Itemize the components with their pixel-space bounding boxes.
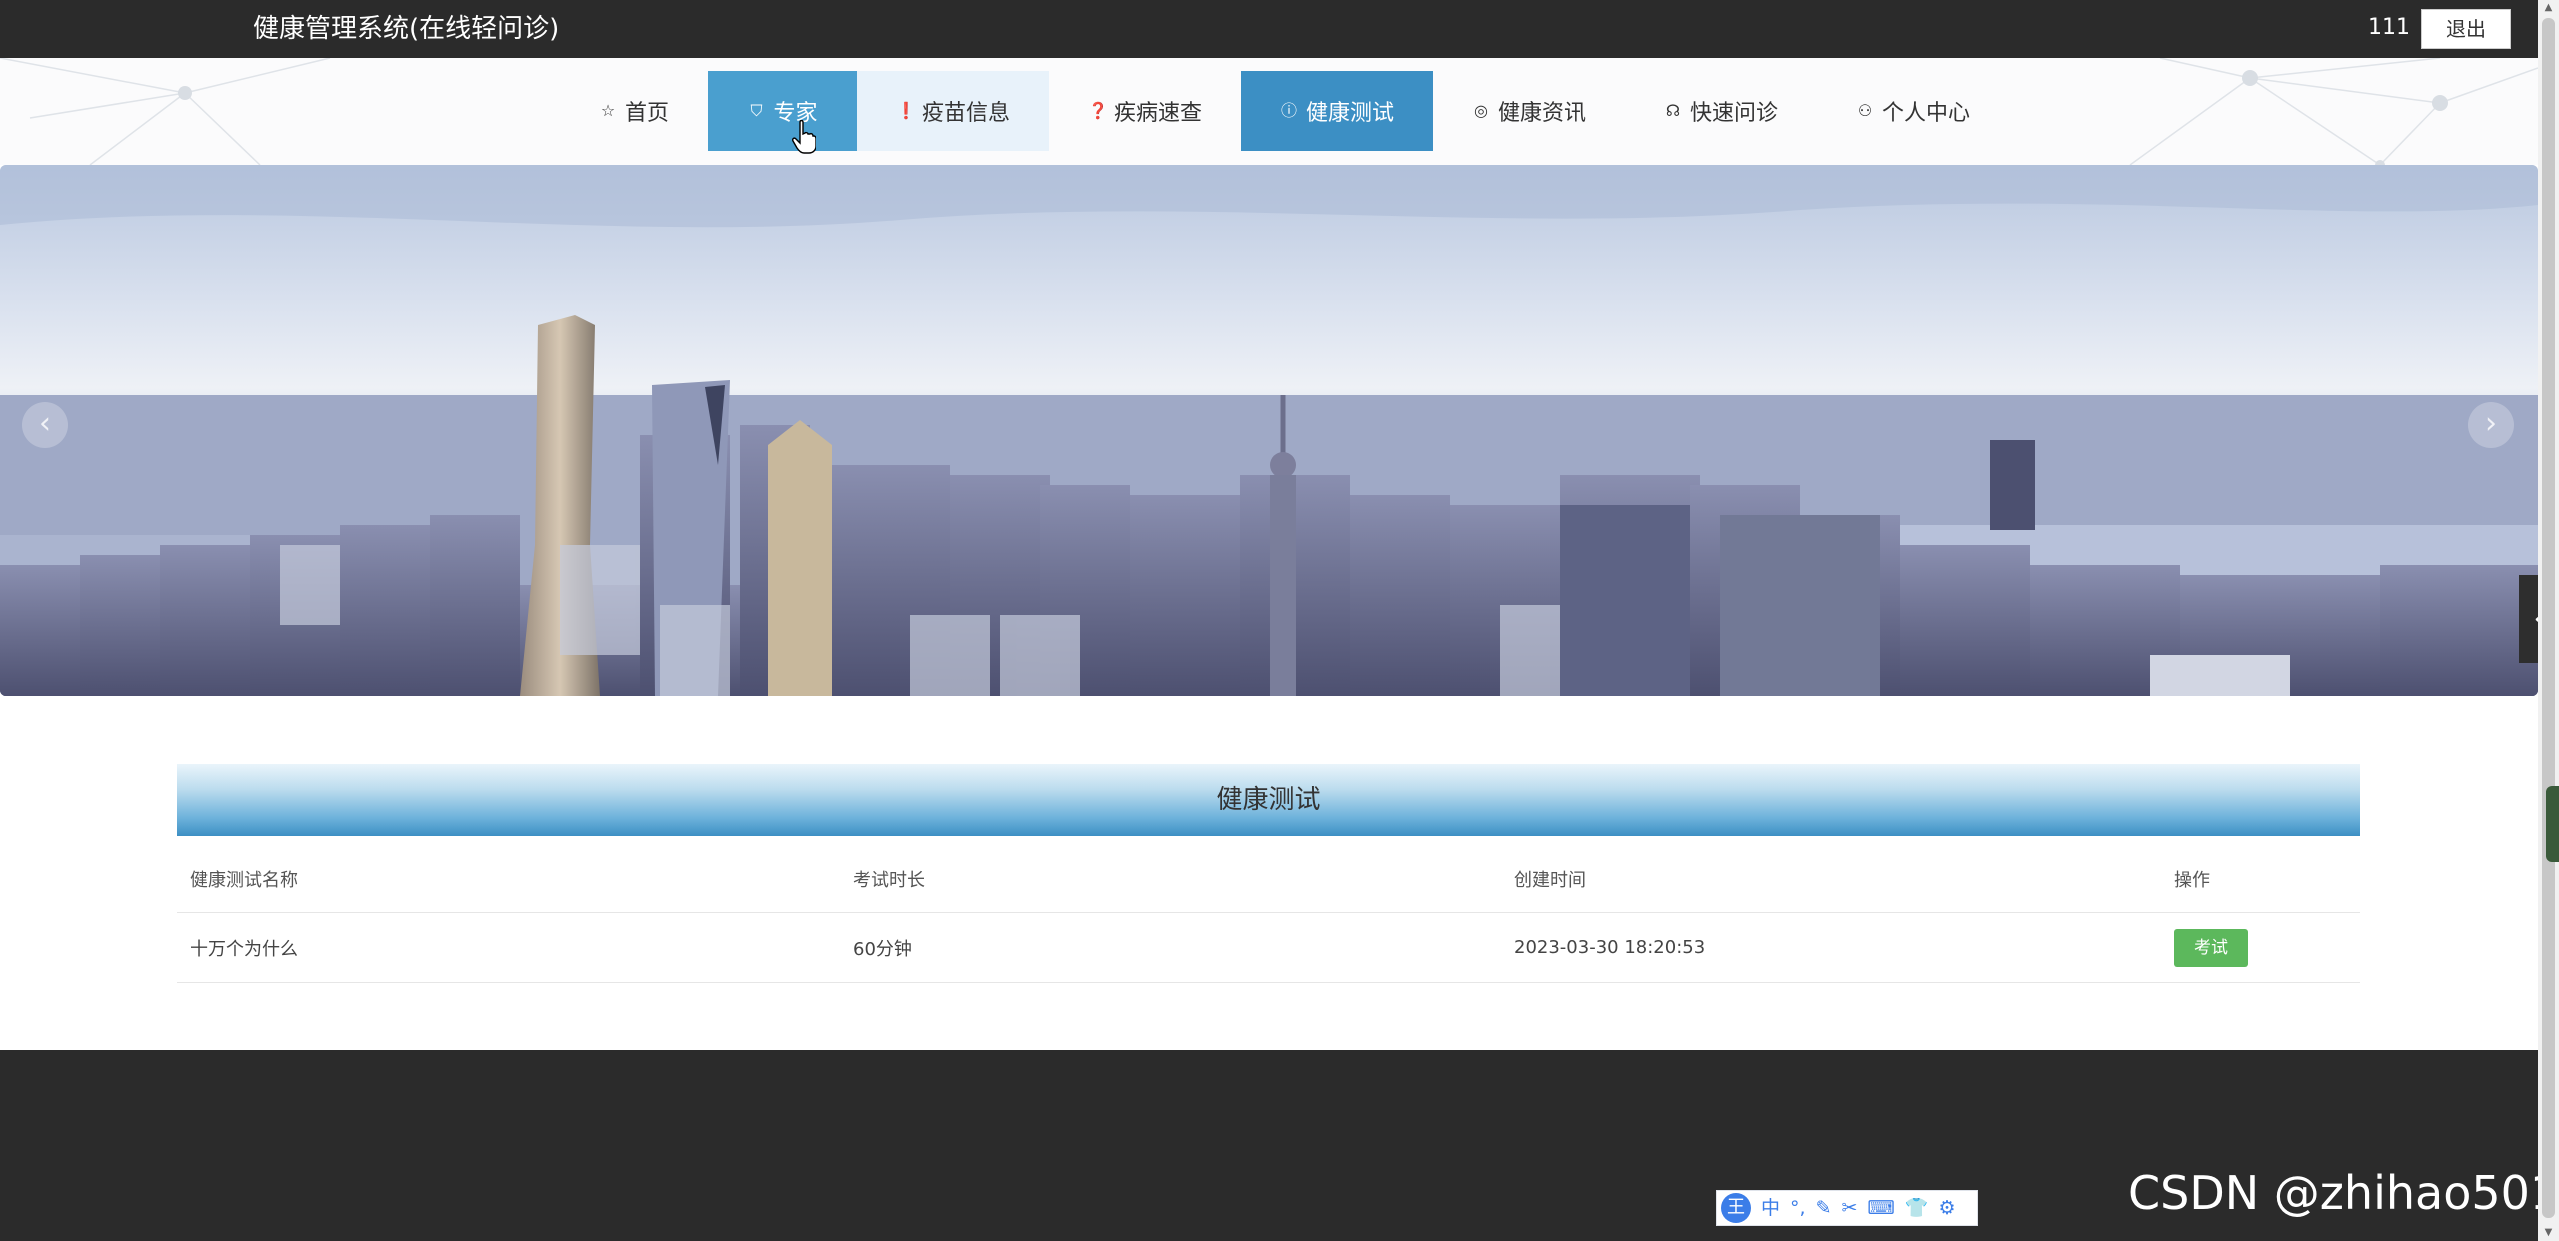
nav-item-experts[interactable]: ⛉ 专家 [708, 71, 857, 151]
top-bar: 健康管理系统(在线轻问诊) 111 退出 [0, 0, 2538, 58]
column-header: 操作 [2174, 870, 2210, 891]
nav-item-label: 快速问诊 [1689, 101, 1778, 126]
main-nav: ☆ 首页 ⛉ 专家 ❗ 疫苗信息 ❓ 疾病速查 ⓘ 健康测试 ◎ 健康资讯 ☊ … [560, 71, 2009, 151]
ime-mode-toggle[interactable]: 中 [1761, 1193, 1780, 1223]
nav-item-vaccine-info[interactable]: ❗ 疫苗信息 [857, 71, 1049, 151]
pen-icon[interactable]: ✎ [1816, 1193, 1832, 1223]
star-outline-icon: ☆ [600, 101, 616, 120]
nav-item-home[interactable]: ☆ 首页 [560, 71, 708, 151]
column-header: 考试时长 [853, 870, 925, 891]
logout-button[interactable]: 退出 [2421, 9, 2511, 49]
scrollbar[interactable]: ▲ ▼ [2538, 0, 2559, 1241]
nav-item-profile[interactable]: ⚇ 个人中心 [1817, 71, 2009, 151]
nav-item-health-test[interactable]: ⓘ 健康测试 [1241, 71, 1433, 151]
action-cell: 考试 [2174, 913, 2248, 982]
target-icon: ◎ [1474, 101, 1488, 120]
ime-toolbar: 王 中 °, ✎ ✂ ⌨ 👕 ⚙ [1716, 1190, 1978, 1226]
shirt-icon[interactable]: 👕 [1905, 1193, 1929, 1223]
scroll-down-arrow-icon[interactable]: ▼ [2538, 1225, 2559, 1241]
nav-item-label: 健康资讯 [1497, 101, 1586, 126]
ime-logo[interactable]: 王 [1721, 1193, 1751, 1223]
app-title: 健康管理系统(在线轻问诊) [253, 14, 560, 44]
nav-item-quick-consult[interactable]: ☊ 快速问诊 [1625, 71, 1817, 151]
table-row: 十万个为什么 60分钟 2023-03-30 18:20:53 考试 [177, 913, 2360, 983]
page: 健康管理系统(在线轻问诊) 111 退出 ☆ 首页 ⛉ 专家 ❗ 疫苗信息 ❓ … [0, 0, 2559, 1241]
exclamation-circle-icon: ❗ [895, 101, 916, 120]
nav-item-label: 首页 [624, 101, 669, 126]
nav-item-label: 疫苗信息 [921, 101, 1010, 126]
keyboard-icon[interactable]: ⌨ [1867, 1193, 1894, 1223]
health-test-table: 健康测试名称 考试时长 创建时间 操作 十万个为什么 60分钟 2023-03-… [177, 846, 2360, 983]
nav-item-health-news[interactable]: ◎ 健康资讯 [1433, 71, 1625, 151]
scroll-up-arrow-icon[interactable]: ▲ [2538, 0, 2559, 16]
headset-icon: ☊ [1665, 101, 1681, 120]
nav-item-label: 个人中心 [1881, 101, 1970, 126]
user-icon: ⚇ [1857, 101, 1873, 120]
scissors-icon[interactable]: ✂ [1841, 1193, 1857, 1223]
carousel-prev-button[interactable]: ‹ [22, 402, 68, 448]
nav-item-label: 疾病速查 [1113, 101, 1202, 126]
info-circle-icon: ⓘ [1280, 101, 1297, 120]
column-header: 健康测试名称 [190, 870, 298, 891]
username[interactable]: 111 [2368, 12, 2410, 44]
carousel-next-button[interactable]: › [2468, 402, 2514, 448]
city-skyline-image [0, 165, 2538, 696]
bag-icon: ⛉ [750, 101, 763, 120]
hand-cursor-icon [792, 120, 816, 154]
test-created-time: 2023-03-30 18:20:53 [1514, 937, 1706, 958]
column-header: 创建时间 [1514, 870, 1586, 891]
nav-item-label: 健康测试 [1305, 101, 1394, 126]
floating-widget[interactable] [2546, 786, 2559, 862]
nav-item-disease-lookup[interactable]: ❓ 疾病速查 [1049, 71, 1241, 151]
question-circle-icon: ❓ [1087, 101, 1108, 120]
test-duration: 60分钟 [853, 938, 912, 960]
test-name: 十万个为什么 [190, 938, 298, 960]
banner-carousel [0, 165, 2538, 696]
section-title: 健康测试 [177, 764, 2360, 836]
exam-button[interactable]: 考试 [2174, 928, 2248, 967]
nav-bar: ☆ 首页 ⛉ 专家 ❗ 疫苗信息 ❓ 疾病速查 ⓘ 健康测试 ◎ 健康资讯 ☊ … [0, 58, 2538, 165]
gear-icon[interactable]: ⚙ [1939, 1193, 1956, 1223]
watermark: CSDN @zhihao501 [2128, 1166, 2559, 1220]
scrollbar-thumb[interactable] [2542, 18, 2555, 1218]
table-header-row: 健康测试名称 考试时长 创建时间 操作 [177, 846, 2360, 913]
punctuation-icon[interactable]: °, [1790, 1193, 1806, 1223]
